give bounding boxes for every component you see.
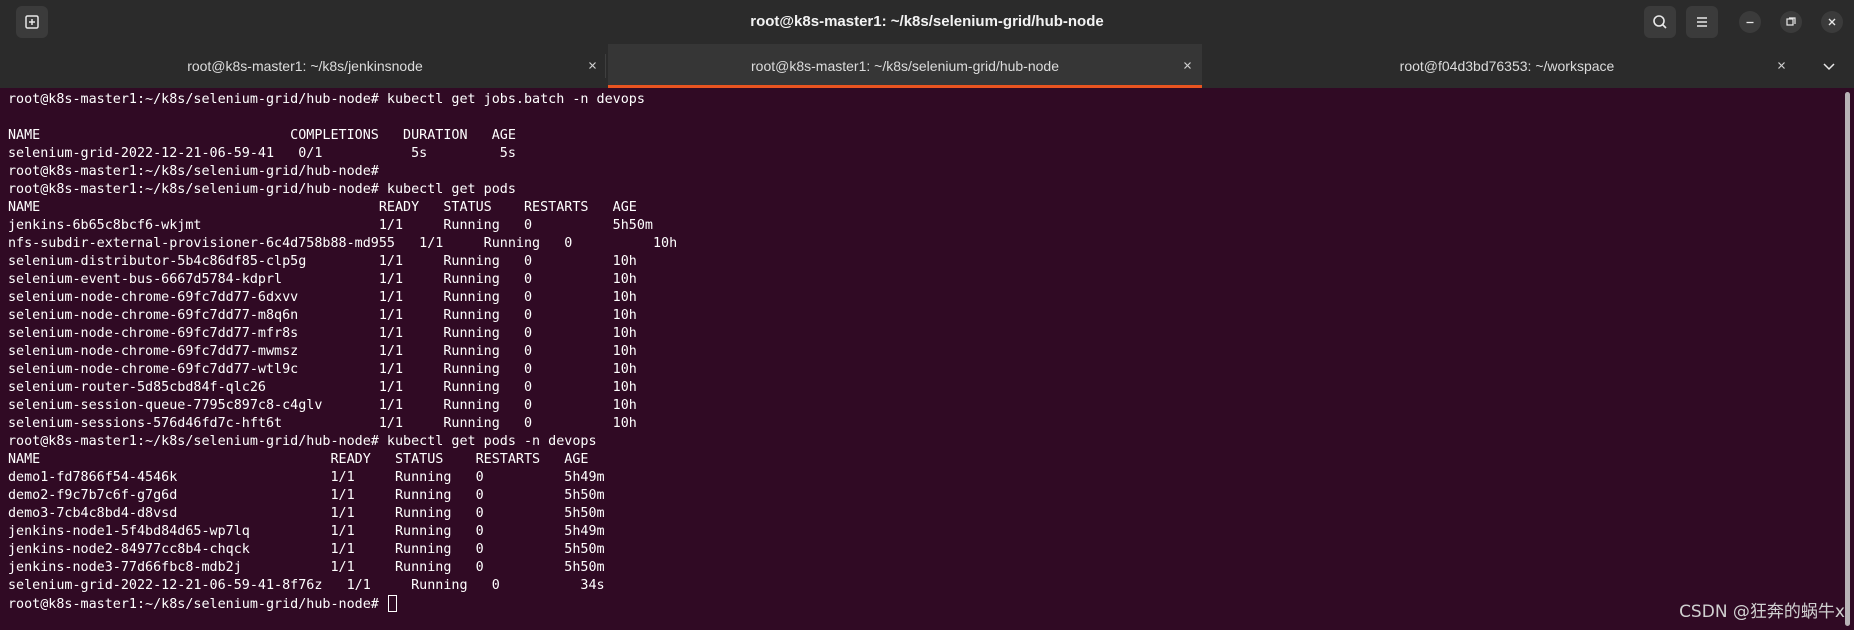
terminal-line: selenium-node-chrome-69fc7dd77-mwmsz 1/1… (8, 344, 637, 359)
tab-close-icon[interactable] (584, 57, 602, 75)
terminal-line: selenium-sessions-576d46fd7c-hft6t 1/1 R… (8, 416, 637, 431)
terminal-prompt-line[interactable]: root@k8s-master1:~/k8s/selenium-grid/hub… (8, 595, 677, 613)
terminal-line: selenium-node-chrome-69fc7dd77-mfr8s 1/1… (8, 326, 637, 341)
tab-close-icon[interactable] (1179, 57, 1197, 75)
chevron-down-icon[interactable] (1818, 55, 1840, 77)
tab-jenkinsnode[interactable]: root@k8s-master1: ~/k8s/jenkinsnode (8, 44, 602, 88)
terminal-line: selenium-node-chrome-69fc7dd77-wtl9c 1/1… (8, 362, 637, 377)
terminal-line: selenium-node-chrome-69fc7dd77-m8q6n 1/1… (8, 308, 637, 323)
terminal-line: selenium-event-bus-6667d5784-kdprl 1/1 R… (8, 272, 637, 287)
terminal-line: selenium-session-queue-7795c897c8-c4glv … (8, 398, 637, 413)
terminal-line: selenium-node-chrome-69fc7dd77-6dxvv 1/1… (8, 290, 637, 305)
search-button[interactable] (1644, 6, 1676, 38)
window-title: root@k8s-master1: ~/k8s/selenium-grid/hu… (750, 13, 1104, 30)
terminal-line: NAME COMPLETIONS DURATION AGE (8, 128, 516, 143)
tab-label: root@k8s-master1: ~/k8s/jenkinsnode (187, 58, 423, 74)
terminal-line: nfs-subdir-external-provisioner-6c4d758b… (8, 236, 678, 251)
terminal-line: jenkins-6b65c8bcf6-wkjmt 1/1 Running 0 5… (8, 218, 653, 233)
title-bar[interactable]: root@k8s-master1: ~/k8s/selenium-grid/hu… (0, 0, 1854, 44)
terminal-line: root@k8s-master1:~/k8s/selenium-grid/hub… (8, 182, 516, 197)
terminal-line: selenium-router-5d85cbd84f-qlc26 1/1 Run… (8, 380, 637, 395)
terminal-window: root@k8s-master1: ~/k8s/selenium-grid/hu… (0, 0, 1854, 630)
hamburger-menu-icon (1697, 17, 1707, 27)
close-icon (1828, 18, 1836, 26)
close-button[interactable] (1821, 11, 1843, 33)
terminal-line: NAME READY STATUS RESTARTS AGE (8, 452, 589, 467)
tab-label: root@f04d3bd76353: ~/workspace (1399, 58, 1615, 74)
minimize-button[interactable] (1739, 11, 1761, 33)
tab-bar: root@k8s-master1: ~/k8s/jenkinsnode root… (0, 44, 1854, 88)
tab-hub-node[interactable]: root@k8s-master1: ~/k8s/selenium-grid/hu… (608, 44, 1202, 88)
terminal-line: demo2-f9c7b7c6f-g7g6d 1/1 Running 0 5h50… (8, 488, 605, 503)
terminal-prompt: root@k8s-master1:~/k8s/selenium-grid/hub… (8, 597, 387, 612)
terminal-scrollbar[interactable] (1845, 92, 1850, 626)
terminal-line: root@k8s-master1:~/k8s/selenium-grid/hub… (8, 164, 379, 179)
tab-separator (605, 54, 606, 78)
terminal-line: jenkins-node3-77d66fbc8-mdb2j 1/1 Runnin… (8, 560, 605, 575)
terminal-line: demo1-fd7866f54-4546k 1/1 Running 0 5h49… (8, 470, 605, 485)
terminal-cursor (387, 595, 397, 612)
terminal-line: demo3-7cb4c8bd4-d8vsd 1/1 Running 0 5h50… (8, 506, 605, 521)
menu-button[interactable] (1686, 6, 1718, 38)
terminal-line: jenkins-node2-84977cc8b4-chqck 1/1 Runni… (8, 542, 605, 557)
tab-label: root@k8s-master1: ~/k8s/selenium-grid/hu… (751, 58, 1059, 74)
tab-close-icon[interactable] (1773, 57, 1791, 75)
search-icon (1653, 15, 1667, 29)
maximize-button[interactable] (1780, 11, 1802, 33)
minimize-icon (1746, 21, 1754, 24)
terminal-output[interactable]: root@k8s-master1:~/k8s/selenium-grid/hub… (0, 88, 1840, 630)
terminal-line: selenium-distributor-5b4c86df85-clp5g 1/… (8, 254, 637, 269)
watermark: CSDN @狂奔的蜗牛x (1679, 602, 1845, 622)
terminal-line: selenium-grid-2022-12-21-06-59-41-8f76z … (8, 578, 605, 593)
tab-workspace[interactable]: root@f04d3bd76353: ~/workspace (1208, 44, 1806, 88)
terminal-line: selenium-grid-2022-12-21-06-59-41 0/1 5s… (8, 146, 516, 161)
terminal-lines: root@k8s-master1:~/k8s/selenium-grid/hub… (8, 91, 677, 613)
maximize-icon (1786, 17, 1796, 26)
terminal-line: root@k8s-master1:~/k8s/selenium-grid/hub… (8, 92, 645, 107)
terminal-line: jenkins-node1-5f4bd84d65-wp7lq 1/1 Runni… (8, 524, 605, 539)
terminal-line: root@k8s-master1:~/k8s/selenium-grid/hub… (8, 434, 597, 449)
terminal-line: NAME READY STATUS RESTARTS AGE (8, 200, 637, 215)
